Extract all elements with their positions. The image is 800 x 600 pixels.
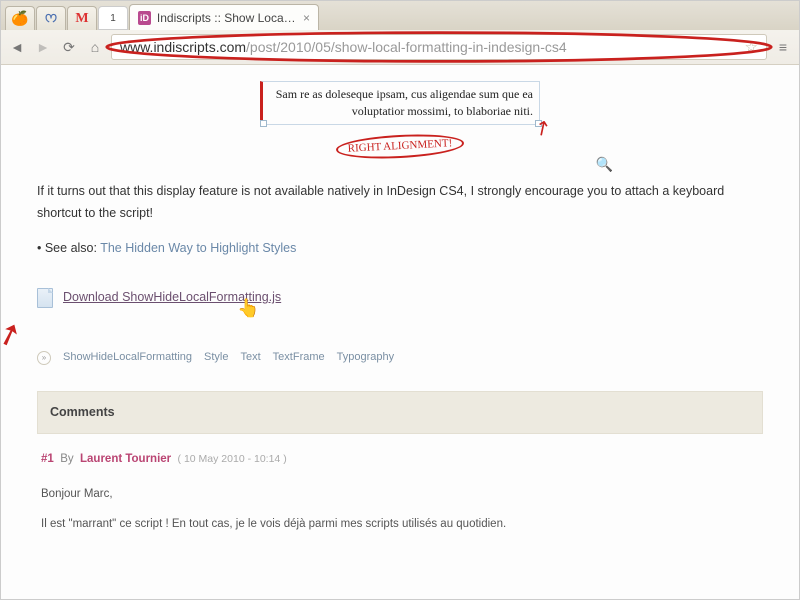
tags-bullet-icon: »: [37, 351, 51, 365]
tab-mini-2[interactable]: ᰔ: [36, 6, 66, 30]
article-paragraph: If it turns out that this display featur…: [37, 181, 763, 224]
comment-meta: #1 By Laurent Tournier ( 10 May 2010 - 1…: [41, 450, 759, 470]
tags-row: » ShowHideLocalFormatting Style Text Tex…: [37, 348, 763, 367]
annotation-red-arrow-icon: ➚: [0, 306, 30, 363]
tab-strip: 🍊 ᰔ M 1 iD Indiscripts :: Show Local F… …: [1, 1, 799, 30]
tag-link[interactable]: Typography: [337, 348, 394, 367]
tag-link[interactable]: Text: [240, 348, 260, 367]
tab-active[interactable]: iD Indiscripts :: Show Local F… ×: [129, 4, 319, 30]
illustration-annotation: RIGHT ALIGNMENT! ↗: [260, 127, 541, 164]
page-content: Sam re as doleseque ipsam, cus aligendae…: [1, 65, 799, 555]
tab-mini-1[interactable]: 🍊: [5, 6, 35, 30]
tab-close-icon[interactable]: ×: [303, 11, 310, 25]
comment-by-label: By: [60, 453, 73, 465]
url-domain: www.indiscripts.com: [120, 39, 246, 55]
browser-chrome: 🍊 ᰔ M 1 iD Indiscripts :: Show Local F… …: [1, 1, 799, 65]
comment-number: #1: [41, 453, 54, 465]
annotation-label: RIGHT ALIGNMENT!: [335, 131, 465, 160]
download-row: Download ShowHideLocalFormatting.js 👆: [37, 287, 763, 308]
toolbar: ◄ ► ⟳ ⌂ www.indiscripts.com/post/2010/05…: [1, 30, 799, 64]
see-also-prefix: • See also:: [37, 241, 100, 255]
tab-title: Indiscripts :: Show Local F…: [157, 11, 297, 25]
comment-item: #1 By Laurent Tournier ( 10 May 2010 - 1…: [37, 434, 763, 535]
magnifier-icon[interactable]: 🔍: [596, 153, 613, 177]
tab-mini-4[interactable]: 1: [98, 6, 128, 30]
tag-link[interactable]: ShowHideLocalFormatting: [63, 348, 192, 367]
illustration: Sam re as doleseque ipsam, cus aligendae…: [37, 75, 763, 173]
url-bar[interactable]: www.indiscripts.com/post/2010/05/show-lo…: [111, 34, 767, 60]
comment-body: Bonjour Marc, Il est "marrant" ce script…: [41, 484, 759, 535]
see-also: • See also: The Hidden Way to Highlight …: [37, 238, 763, 259]
back-button[interactable]: ◄: [7, 37, 27, 57]
forward-button[interactable]: ►: [33, 37, 53, 57]
bookmark-star-icon[interactable]: ☆: [745, 38, 758, 56]
comment-date: ( 10 May 2010 - 10:14 ): [178, 453, 287, 465]
comment-author[interactable]: Laurent Tournier: [80, 453, 171, 465]
tag-link[interactable]: TextFrame: [273, 348, 325, 367]
reload-button[interactable]: ⟳: [59, 37, 79, 57]
home-button[interactable]: ⌂: [85, 37, 105, 57]
comment-line: Bonjour Marc,: [41, 484, 759, 505]
illustration-text: Sam re as doleseque ipsam, cus aligendae…: [276, 87, 533, 118]
menu-icon[interactable]: ≡: [773, 37, 793, 57]
tag-link[interactable]: Style: [204, 348, 228, 367]
document-icon: [37, 288, 53, 308]
comment-line: Il est "marrant" ce script ! En tout cas…: [41, 514, 759, 535]
tab-mini-3[interactable]: M: [67, 6, 97, 30]
see-also-link[interactable]: The Hidden Way to Highlight Styles: [100, 241, 296, 255]
url-path: /post/2010/05/show-local-formatting-in-i…: [246, 39, 567, 55]
download-link[interactable]: Download ShowHideLocalFormatting.js: [63, 287, 281, 308]
favicon-icon: iD: [138, 11, 151, 25]
annotation-arrow-icon: ↗: [527, 109, 560, 147]
illustration-text-frame: Sam re as doleseque ipsam, cus aligendae…: [260, 81, 540, 125]
comments-heading: Comments: [37, 391, 763, 434]
